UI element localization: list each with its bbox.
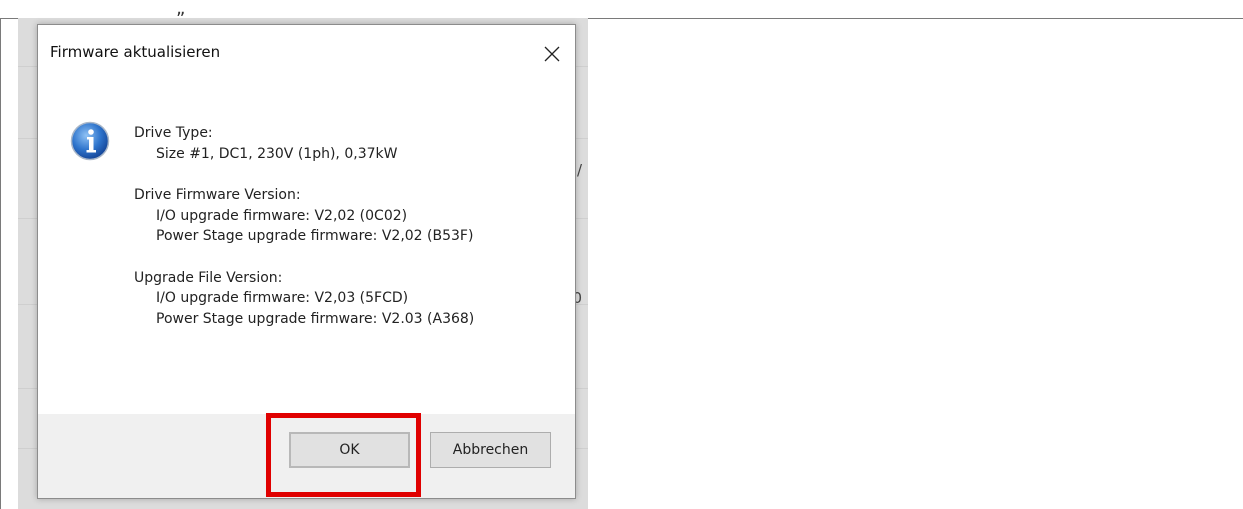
- firmware-update-dialog: Firmware aktualisieren Drive Type: Size …: [37, 24, 576, 499]
- upgrade-file-power: Power Stage upgrade firmware: V2.03 (A36…: [156, 310, 475, 327]
- quote-mark: „: [176, 0, 186, 19]
- drive-type-label: Drive Type:: [134, 125, 213, 141]
- drive-type-value: Size #1, DC1, 230V (1ph), 0,37kW: [156, 145, 398, 162]
- upgrade-file-io: I/O upgrade firmware: V2,03 (5FCD): [156, 290, 409, 306]
- drive-firmware-label: Drive Firmware Version:: [134, 187, 301, 203]
- upgrade-file-label: Upgrade File Version:: [134, 269, 283, 286]
- background-glyph: /: [576, 161, 582, 179]
- close-icon: [544, 46, 560, 62]
- info-icon: [70, 121, 110, 161]
- document-left-border: [0, 18, 1, 509]
- drive-firmware-io: I/O upgrade firmware: V2,02 (0C02): [156, 207, 408, 224]
- ok-button[interactable]: OK: [289, 432, 410, 468]
- dialog-title: Firmware aktualisieren: [50, 43, 221, 61]
- dialog-title-bar[interactable]: Firmware aktualisieren: [38, 25, 575, 77]
- cancel-button[interactable]: Abbrechen: [430, 432, 551, 468]
- drive-firmware-power: Power Stage upgrade firmware: V2,02 (B53…: [156, 228, 474, 244]
- dialog-message: Drive Type: Size #1, DC1, 230V (1ph), 0,…: [134, 123, 474, 329]
- close-button[interactable]: [529, 31, 575, 77]
